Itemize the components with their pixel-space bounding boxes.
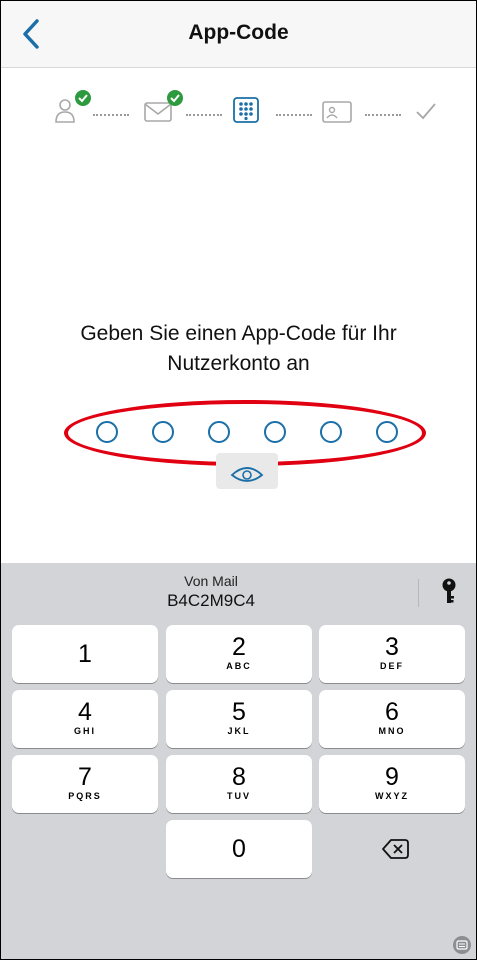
key-5-digit: 5 [232,698,246,726]
key-3-digit: 3 [385,633,399,661]
eye-icon [230,467,264,482]
key-5-letters: JKL [227,726,251,736]
key-0[interactable]: 0 [166,820,312,878]
envelope-icon [144,90,183,122]
passwords-button[interactable] [437,577,461,607]
person-icon [55,90,91,123]
key-1[interactable]: 1 [12,625,158,683]
backspace-icon [382,839,409,859]
key-2[interactable]: 2 ABC [166,625,312,683]
step-app-code [233,97,259,128]
key-4-digit: 4 [78,698,92,726]
app-code-prompt: Geben Sie einen App-Code für Ihr Nutzerk… [31,319,446,379]
numeric-keyboard: Von Mail B4C2M9C4 1 2 ABC 3 DEF 4 GHI 5 … [1,563,476,959]
key-2-letters: ABC [226,661,252,671]
key-8-letters: TUV [227,791,251,801]
autofill-suggestion[interactable]: Von Mail B4C2M9C4 [1,563,476,621]
keyboard-switch-button[interactable] [453,936,471,954]
step-account [53,89,95,130]
id-card-icon [322,101,352,123]
key-5[interactable]: 5 JKL [166,690,312,748]
key-8[interactable]: 8 TUV [166,755,312,813]
step-connector [276,111,312,116]
keypad-icon [233,97,259,123]
checkmark-icon [416,103,436,120]
step-done [414,101,438,126]
suggestion-label: Von Mail [184,573,238,589]
key-6-digit: 6 [385,698,399,726]
step-connector [93,111,129,116]
key-0-digit: 0 [232,835,246,863]
key-4-letters: GHI [73,726,96,736]
key-3[interactable]: 3 DEF [319,625,465,683]
prompt-line-1: Geben Sie einen App-Code für Ihr [80,322,397,345]
suggestion-value: B4C2M9C4 [167,591,255,610]
key-1-digit: 1 [78,640,92,668]
key-3-letters: DEF [380,661,404,671]
key-9-digit: 9 [385,763,399,791]
step-mail [143,89,189,130]
key-7[interactable]: 7 PQRS [12,755,158,813]
key-8-digit: 8 [232,763,246,791]
step-connector [186,111,222,116]
navigation-bar: App-Code [1,1,476,68]
delete-button[interactable] [319,820,465,878]
key-icon [442,578,456,603]
page-title: App-Code [188,21,289,44]
prompt-line-2: Nutzerkonto an [167,352,310,375]
progress-steps [1,89,476,129]
keyboard-icon [456,940,468,950]
key-7-letters: PQRS [68,791,102,801]
suggestion-divider [418,579,419,607]
key-6[interactable]: 6 MNO [319,690,465,748]
key-9-letters: WXYZ [375,791,409,801]
step-connector [365,111,401,116]
show-code-button[interactable] [216,453,278,489]
key-2-digit: 2 [232,633,246,661]
key-7-digit: 7 [78,763,92,791]
key-4[interactable]: 4 GHI [12,690,158,748]
key-6-letters: MNO [378,726,406,736]
step-identity [322,101,352,128]
app-screen: App-Code Geben Sie einen App-Code für Ih… [0,0,477,960]
key-9[interactable]: 9 WXYZ [319,755,465,813]
